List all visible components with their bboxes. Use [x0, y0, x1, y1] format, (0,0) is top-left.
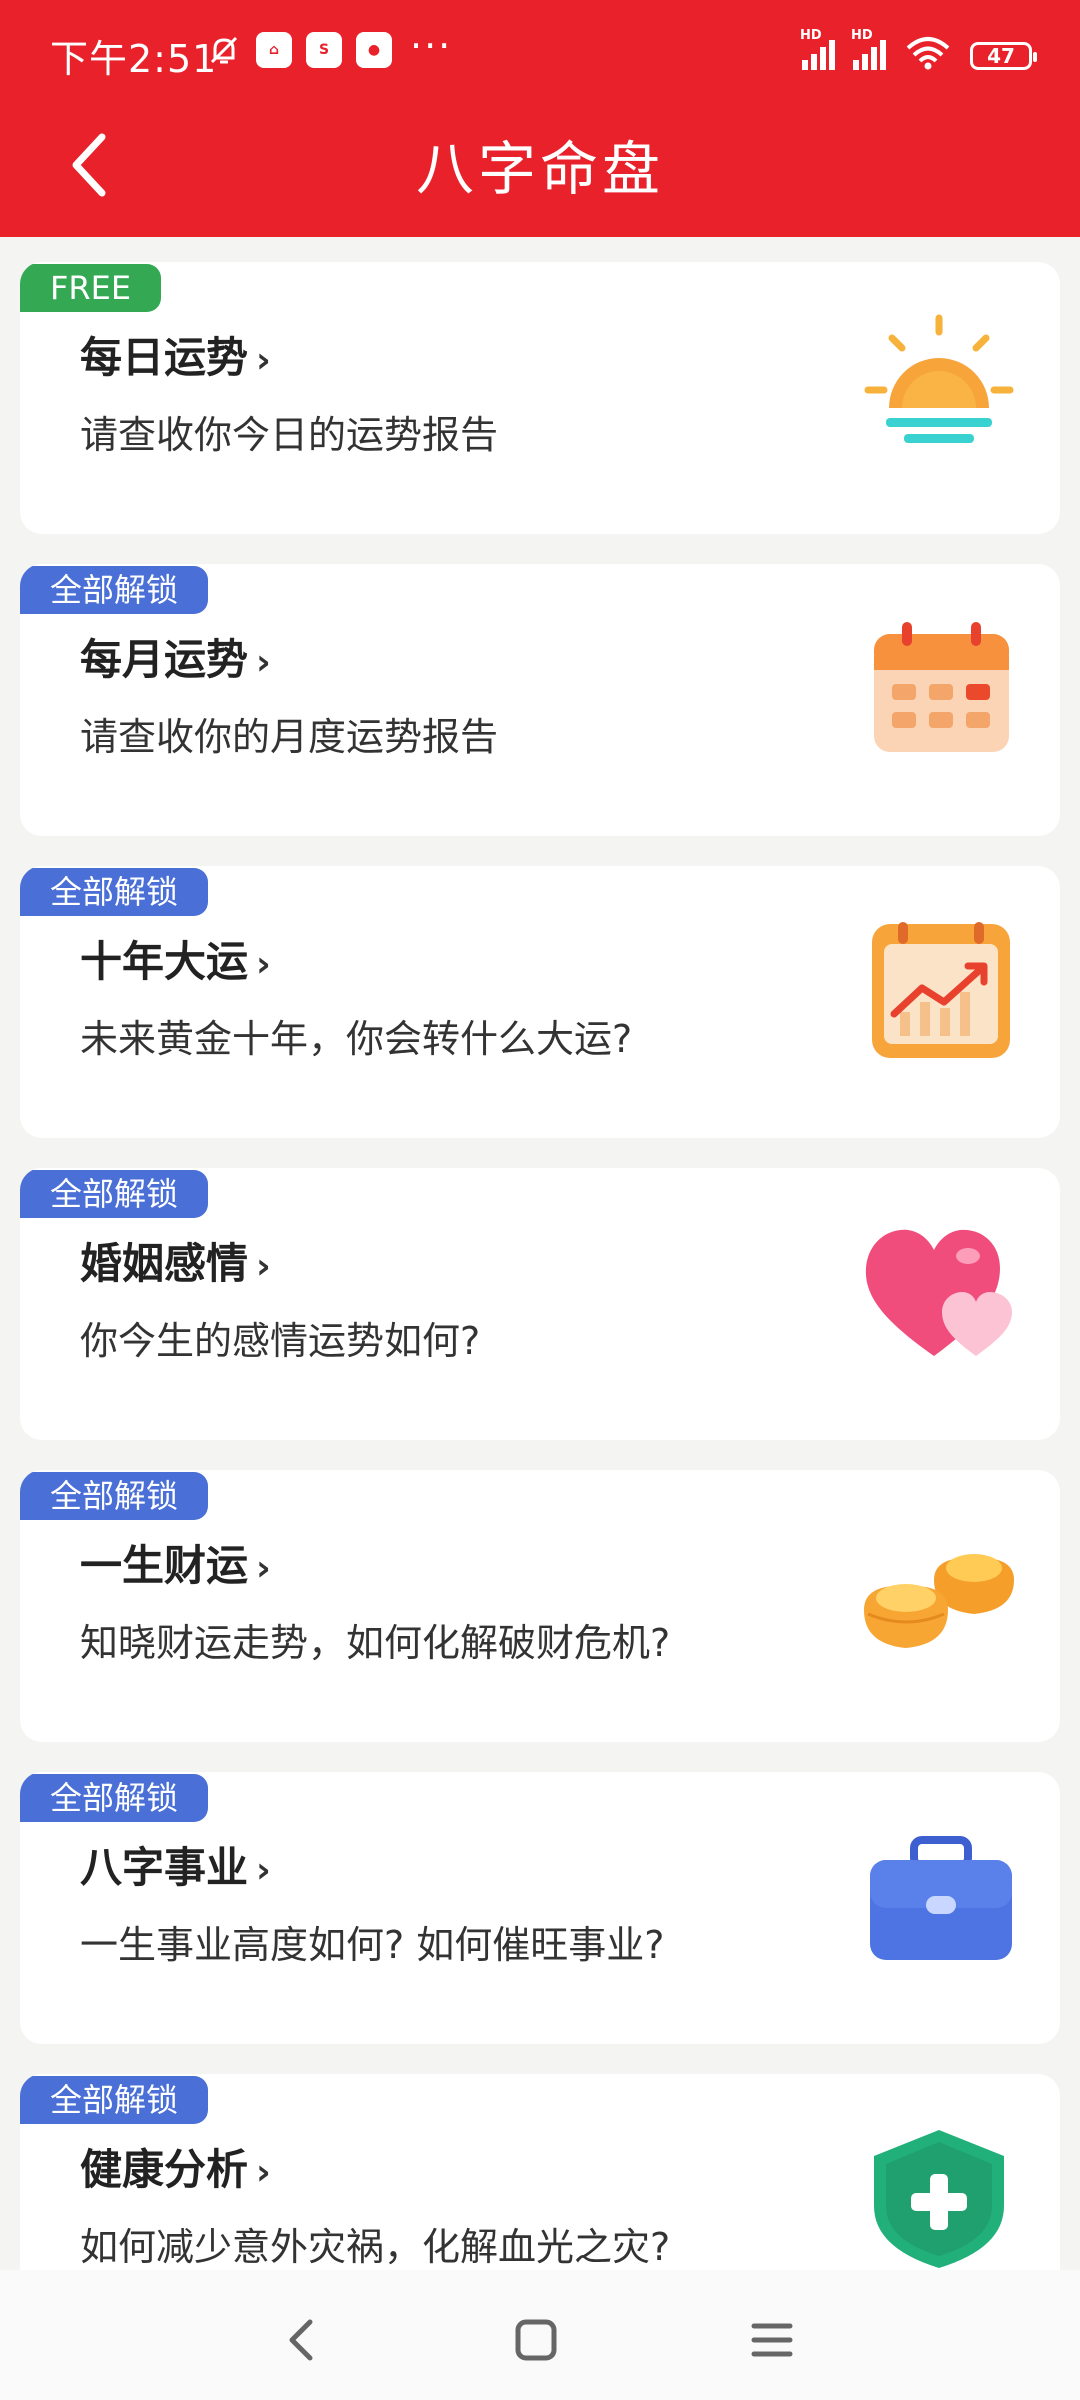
chevron-right-icon: › [256, 642, 271, 683]
app-header: 下午2:51 ⌂ S ● ··· HD HD 47 八字命盘 [0, 0, 1080, 237]
card-description: 如何减少意外灾祸，化解血光之灾? [80, 2225, 671, 2269]
unlock-all-badge: 全部解锁 [20, 1170, 209, 1218]
card-description: 知晓财运走势，如何化解破财危机? [80, 1621, 671, 1665]
card-title: 健康分析 › [80, 2145, 271, 2194]
briefcase-icon [870, 1836, 1012, 1960]
card-title: 八字事业 › [80, 1843, 271, 1892]
card-title: 每月运势 › [80, 635, 271, 684]
unlock-all-badge: 全部解锁 [20, 566, 209, 614]
card-description: 一生事业高度如何? 如何催旺事业? [80, 1923, 665, 1967]
chevron-right-icon: › [256, 1850, 271, 1891]
nav-back-button[interactable] [272, 2310, 332, 2370]
chevron-right-icon: › [256, 340, 271, 381]
card-daily-fortune[interactable]: FREE 每日运势 › 请查收你今日的运势报告 [20, 262, 1060, 534]
unlock-all-badge: 全部解锁 [20, 2076, 209, 2124]
gold-ingot-icon [864, 1554, 1014, 1648]
nav-menu-button[interactable] [742, 2310, 802, 2370]
chevron-right-icon: › [256, 1246, 271, 1287]
unlock-all-badge: 全部解锁 [20, 1472, 209, 1520]
status-bar: 下午2:51 ⌂ S ● ··· HD HD 47 [0, 0, 1080, 105]
battery-level: 47 [987, 44, 1015, 68]
sina-app-icon: S [306, 32, 342, 68]
mute-bell-icon [210, 36, 238, 64]
qq-app-icon: ● [356, 32, 392, 68]
free-badge: FREE [20, 264, 162, 312]
calendar-icon [874, 622, 1009, 752]
system-nav-bar [0, 2270, 1080, 2400]
wifi-icon [906, 37, 950, 70]
chevron-right-icon: › [256, 2152, 271, 2193]
battery-icon: 47 [970, 42, 1037, 70]
card-career[interactable]: 全部解锁 八字事业 › 一生事业高度如何? 如何催旺事业? [20, 1772, 1060, 2044]
home-app-icon: ⌂ [256, 32, 292, 68]
more-notifications-icon: ··· [410, 24, 453, 68]
card-monthly-fortune[interactable]: 全部解锁 每月运势 › 请查收你的月度运势报告 [20, 564, 1060, 836]
card-lifetime-wealth[interactable]: 全部解锁 一生财运 › 知晓财运走势，如何化解破财危机? [20, 1470, 1060, 1742]
page-title: 八字命盘 [415, 135, 664, 203]
system-icons: HD HD 47 [800, 28, 1037, 70]
feature-list: FREE 每日运势 › 请查收你今日的运势报告 全部解锁 每月运势 › 请查收你的月… [20, 262, 1060, 2376]
unlock-all-badge: 全部解锁 [20, 868, 209, 916]
card-title: 婚姻感情 › [80, 1239, 271, 1288]
card-marriage-love[interactable]: 全部解锁 婚姻感情 › 你今生的感情运势如何? [20, 1168, 1060, 1440]
notification-icons: ⌂ S ● [206, 32, 392, 68]
card-description: 未来黄金十年，你会转什么大运? [80, 1017, 633, 1061]
status-time: 下午2:51 [50, 37, 218, 81]
chevron-right-icon: › [256, 944, 271, 985]
card-description: 你今生的感情运势如何? [80, 1319, 481, 1363]
card-title: 一生财运 › [80, 1541, 271, 1590]
trend-chart-icon [872, 922, 1010, 1058]
card-description: 请查收你的月度运势报告 [80, 715, 499, 759]
card-description: 请查收你今日的运势报告 [80, 413, 499, 457]
card-title: 每日运势 › [80, 333, 271, 382]
card-title: 十年大运 › [80, 937, 271, 986]
sun-icon [864, 314, 1014, 443]
signal-1-icon: HD [800, 28, 835, 70]
hearts-icon [865, 1229, 1012, 1356]
chevron-right-icon: › [256, 1548, 271, 1589]
card-decade-fortune[interactable]: 全部解锁 十年大运 › 未来黄金十年，你会转什么大运? [20, 866, 1060, 1138]
health-shield-icon [874, 2130, 1004, 2268]
signal-2-icon: HD [851, 28, 886, 70]
unlock-all-badge: 全部解锁 [20, 1774, 209, 1822]
nav-home-button[interactable] [506, 2310, 566, 2370]
